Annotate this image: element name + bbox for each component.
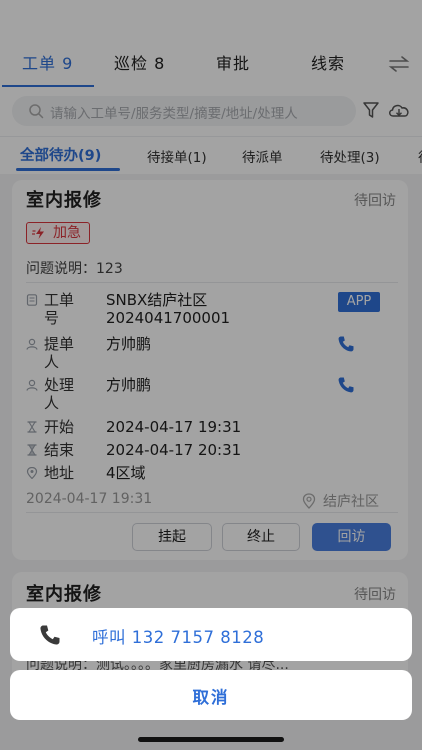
screen: 工单 9 巡检 8 审批 线索 请输入工单号/服务类型/摘要/地址/处理人 全部… xyxy=(0,0,422,750)
phone-icon xyxy=(40,625,60,645)
home-indicator xyxy=(138,737,284,742)
call-number-text: 呼叫 132 7157 8128 xyxy=(92,628,265,647)
call-phone-button[interactable]: 呼叫 132 7157 8128 xyxy=(10,608,412,661)
cancel-label: 取消 xyxy=(192,688,230,707)
cancel-button[interactable]: 取消 xyxy=(10,670,412,720)
